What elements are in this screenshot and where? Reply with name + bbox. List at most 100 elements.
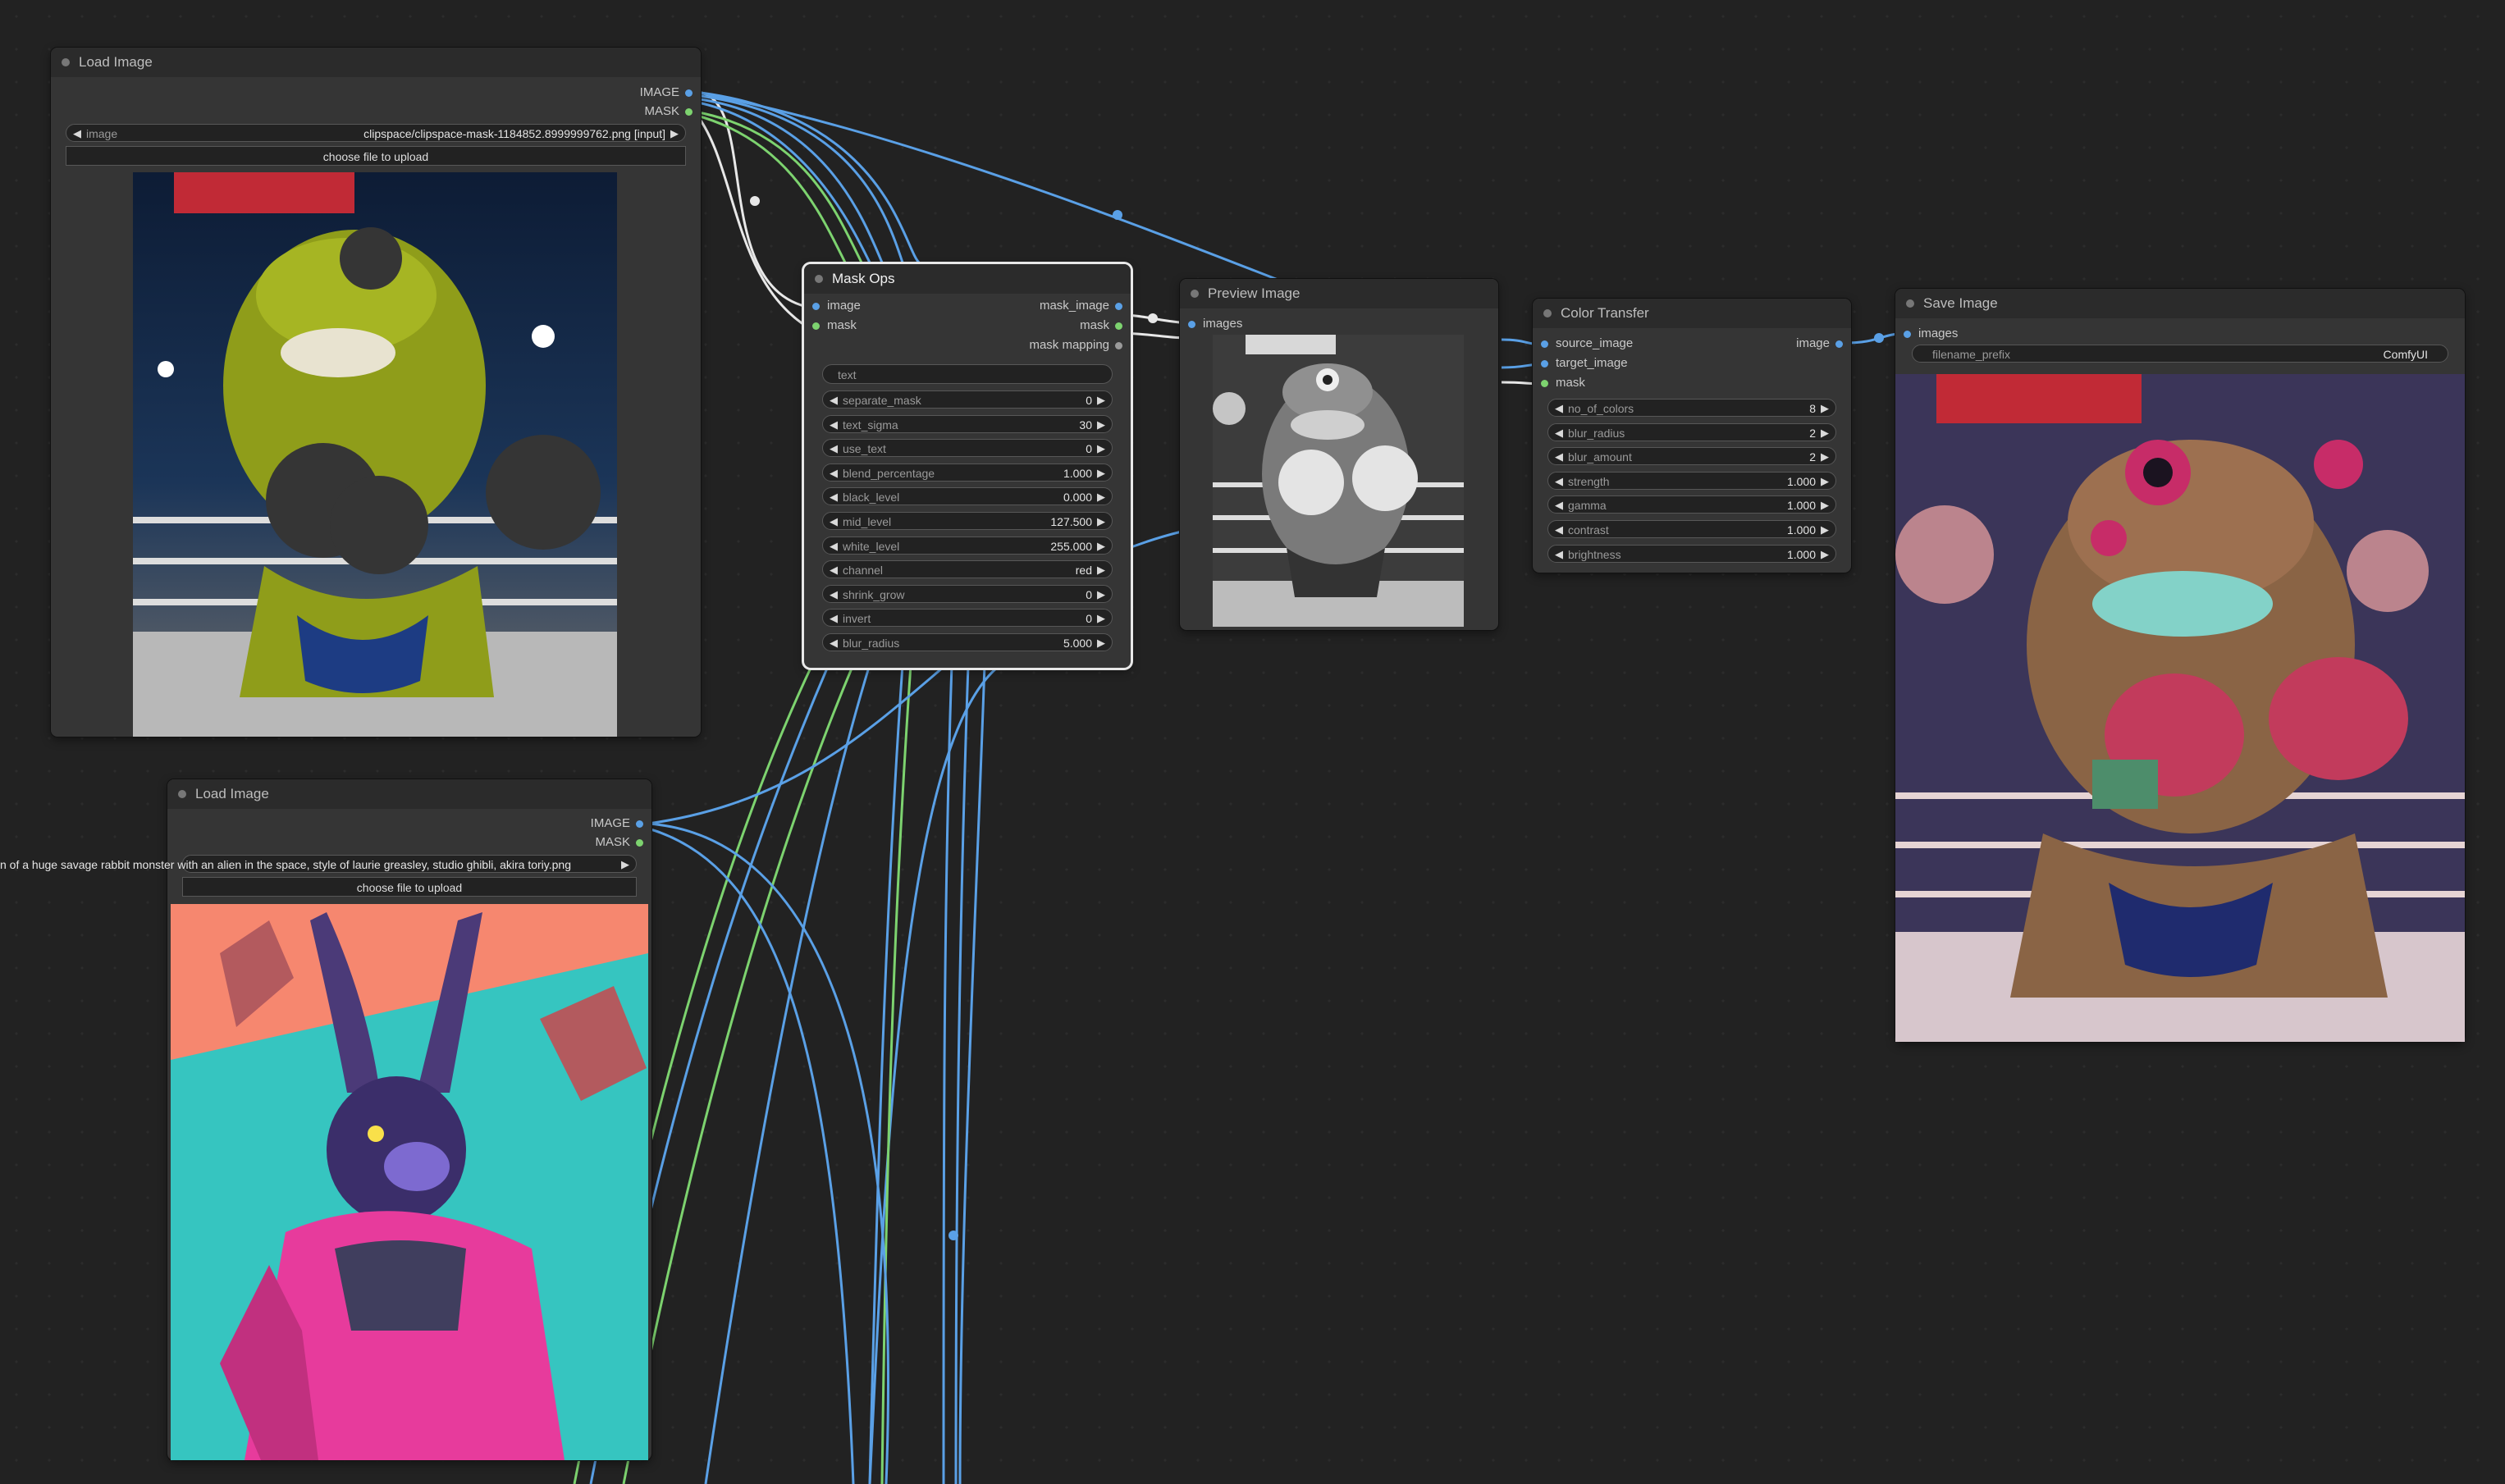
arrow-left-icon[interactable]: ◀: [1555, 496, 1563, 514]
widget-gamma[interactable]: ◀ gamma 1.000 ▶: [1547, 495, 1836, 514]
input-socket-icon[interactable]: [812, 322, 820, 330]
node-title[interactable]: Load Image: [51, 48, 701, 77]
input-image[interactable]: image: [812, 297, 861, 315]
widget-no-of-colors[interactable]: ◀ no_of_colors 8 ▶: [1547, 399, 1836, 417]
arrow-right-icon[interactable]: ▶: [621, 856, 629, 874]
arrow-right-icon[interactable]: ▶: [1097, 464, 1105, 482]
output-mask[interactable]: MASK: [528, 103, 693, 121]
node-title[interactable]: Mask Ops: [804, 264, 1131, 294]
choose-file-button[interactable]: choose file to upload: [182, 877, 637, 897]
arrow-left-icon[interactable]: ◀: [830, 634, 838, 652]
arrow-right-icon[interactable]: ▶: [1821, 400, 1829, 418]
input-mask[interactable]: mask: [812, 317, 857, 335]
load-image-node-2[interactable]: Load Image IMAGE MASK ▶ choose file to u…: [167, 779, 651, 1460]
preview-image-node[interactable]: Preview Image images: [1180, 279, 1498, 630]
choose-file-button[interactable]: choose file to upload: [66, 146, 686, 166]
arrow-right-icon[interactable]: ▶: [1821, 473, 1829, 491]
input-socket-icon[interactable]: [1904, 331, 1911, 338]
input-socket-icon[interactable]: [1188, 321, 1195, 328]
arrow-left-icon[interactable]: ◀: [830, 537, 838, 555]
arrow-left-icon[interactable]: ◀: [73, 125, 81, 143]
widget-blend-percentage[interactable]: ◀ blend_percentage 1.000 ▶: [822, 463, 1113, 482]
widget-separate-mask[interactable]: ◀ separate_mask 0 ▶: [822, 390, 1113, 409]
output-socket-icon[interactable]: [1835, 340, 1843, 348]
arrow-right-icon[interactable]: ▶: [1097, 391, 1105, 409]
widget-white-level[interactable]: ◀ white_level 255.000 ▶: [822, 536, 1113, 555]
arrow-left-icon[interactable]: ◀: [1555, 546, 1563, 564]
arrow-left-icon[interactable]: ◀: [830, 610, 838, 628]
node-title[interactable]: Preview Image: [1180, 279, 1498, 308]
collapse-dot-icon[interactable]: [815, 275, 823, 283]
arrow-right-icon[interactable]: ▶: [1097, 634, 1105, 652]
arrow-left-icon[interactable]: ◀: [830, 440, 838, 458]
collapse-dot-icon[interactable]: [62, 58, 70, 66]
collapse-dot-icon[interactable]: [178, 790, 186, 798]
widget-brightness[interactable]: ◀ brightness 1.000 ▶: [1547, 544, 1836, 564]
arrow-right-icon[interactable]: ▶: [1097, 488, 1105, 506]
collapse-dot-icon[interactable]: [1543, 309, 1552, 317]
output-mask-mapping[interactable]: mask mapping: [975, 336, 1122, 354]
image-combo-widget[interactable]: ◀ image clipspace/clipspace-mask-1184852…: [66, 124, 686, 142]
widget-use-text[interactable]: ◀ use_text 0 ▶: [822, 439, 1113, 458]
arrow-right-icon[interactable]: ▶: [1821, 448, 1829, 466]
arrow-left-icon[interactable]: ◀: [1555, 424, 1563, 442]
input-socket-icon[interactable]: [1541, 360, 1548, 368]
output-image[interactable]: IMAGE: [479, 815, 643, 833]
output-socket-icon[interactable]: [636, 839, 643, 847]
node-title[interactable]: Color Transfer: [1533, 299, 1851, 328]
arrow-left-icon[interactable]: ◀: [1555, 400, 1563, 418]
arrow-right-icon[interactable]: ▶: [1097, 513, 1105, 531]
input-socket-icon[interactable]: [812, 303, 820, 310]
output-socket-icon[interactable]: [1115, 342, 1122, 349]
output-mask-image[interactable]: mask_image: [975, 297, 1122, 315]
color-transfer-node[interactable]: Color Transfer source_image target_image…: [1533, 299, 1851, 573]
widget-text-sigma[interactable]: ◀ text_sigma 30 ▶: [822, 414, 1113, 434]
arrow-right-icon[interactable]: ▶: [1097, 416, 1105, 434]
node-title[interactable]: Load Image: [167, 779, 651, 809]
arrow-right-icon[interactable]: ▶: [1097, 586, 1105, 604]
filename-prefix-field[interactable]: filename_prefix ComfyUI: [1912, 345, 2448, 363]
input-mask[interactable]: mask: [1541, 374, 1585, 392]
output-socket-icon[interactable]: [636, 820, 643, 828]
arrow-left-icon[interactable]: ◀: [1555, 521, 1563, 539]
output-socket-icon[interactable]: [685, 89, 693, 97]
node-title[interactable]: Save Image: [1895, 289, 2465, 318]
text-input[interactable]: text: [822, 364, 1113, 384]
collapse-dot-icon[interactable]: [1906, 299, 1914, 308]
widget-contrast[interactable]: ◀ contrast 1.000 ▶: [1547, 520, 1836, 538]
save-image-node[interactable]: Save Image images filename_prefix ComfyU…: [1895, 289, 2465, 1042]
arrow-left-icon[interactable]: ◀: [830, 561, 838, 579]
arrow-left-icon[interactable]: ◀: [830, 488, 838, 506]
output-socket-icon[interactable]: [685, 108, 693, 116]
output-image[interactable]: image: [1728, 335, 1843, 353]
arrow-right-icon[interactable]: ▶: [1097, 610, 1105, 628]
arrow-left-icon[interactable]: ◀: [1555, 473, 1563, 491]
widget-channel[interactable]: ◀ channel red ▶: [822, 560, 1113, 579]
widget-strength[interactable]: ◀ strength 1.000 ▶: [1547, 471, 1836, 491]
arrow-right-icon[interactable]: ▶: [1097, 561, 1105, 579]
arrow-left-icon[interactable]: ◀: [830, 586, 838, 604]
arrow-left-icon[interactable]: ◀: [830, 416, 838, 434]
input-socket-icon[interactable]: [1541, 380, 1548, 387]
input-socket-icon[interactable]: [1541, 340, 1548, 348]
widget-blur-amount[interactable]: ◀ blur_amount 2 ▶: [1547, 447, 1836, 466]
output-mask[interactable]: mask: [975, 317, 1122, 335]
arrow-right-icon[interactable]: ▶: [1821, 521, 1829, 539]
output-socket-icon[interactable]: [1115, 303, 1122, 310]
arrow-right-icon[interactable]: ▶: [1097, 537, 1105, 555]
arrow-left-icon[interactable]: ◀: [1555, 448, 1563, 466]
arrow-left-icon[interactable]: ◀: [830, 391, 838, 409]
arrow-right-icon[interactable]: ▶: [1821, 424, 1829, 442]
arrow-right-icon[interactable]: ▶: [1821, 546, 1829, 564]
output-socket-icon[interactable]: [1115, 322, 1122, 330]
widget-black-level[interactable]: ◀ black_level 0.000 ▶: [822, 487, 1113, 506]
arrow-left-icon[interactable]: ◀: [830, 513, 838, 531]
collapse-dot-icon[interactable]: [1191, 290, 1199, 298]
mask-ops-node[interactable]: Mask Ops image mask mask_image mask mask…: [804, 264, 1131, 668]
arrow-right-icon[interactable]: ▶: [1821, 496, 1829, 514]
widget-mid-level[interactable]: ◀ mid_level 127.500 ▶: [822, 512, 1113, 530]
input-source-image[interactable]: source_image: [1541, 335, 1633, 353]
arrow-right-icon[interactable]: ▶: [1097, 440, 1105, 458]
widget-shrink-grow[interactable]: ◀ shrink_grow 0 ▶: [822, 584, 1113, 604]
input-images[interactable]: images: [1188, 315, 1242, 333]
